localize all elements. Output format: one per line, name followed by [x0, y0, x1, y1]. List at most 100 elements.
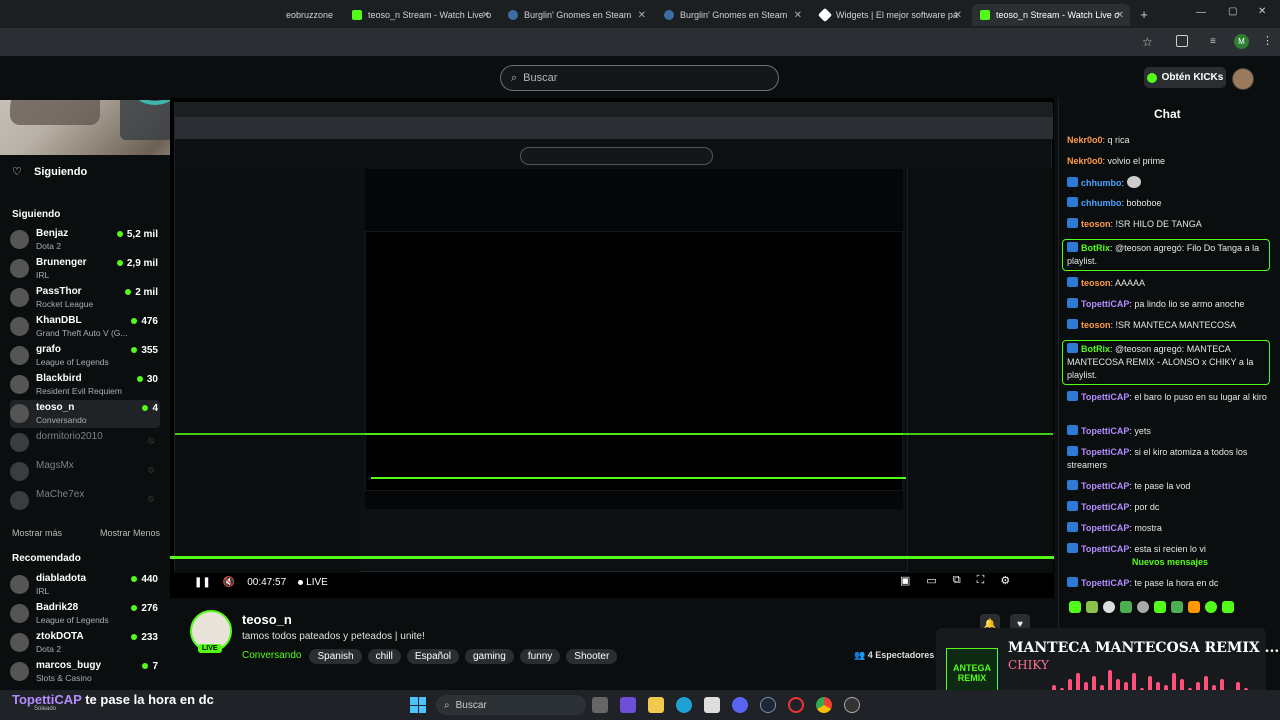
tag-chip[interactable]: Spanish [309, 649, 362, 664]
chat-username[interactable]: TopettiCAP [1081, 523, 1129, 533]
channel-name[interactable]: teoso_n [242, 612, 292, 627]
sidebar-item-badrik28[interactable]: Badrik28 League of Legends 276 [10, 600, 160, 628]
chrome-icon[interactable] [816, 697, 832, 713]
emote-icon[interactable] [1069, 601, 1081, 613]
emote-icon[interactable] [1222, 601, 1234, 613]
browser-tab[interactable]: Burglin' Gnomes en Steam ✕ [500, 4, 652, 26]
steam-icon[interactable] [760, 697, 776, 713]
sidebar-item-grafo[interactable]: grafo League of Legends 355 [10, 342, 160, 370]
close-window-icon[interactable]: ✕ [1258, 6, 1266, 17]
profile-icon[interactable]: M [1234, 34, 1249, 49]
get-kicks-button[interactable]: Obtén KICKs [1144, 67, 1226, 88]
chat-username[interactable]: TopettiCAP [1081, 392, 1129, 402]
chat-username[interactable]: teoson [1081, 219, 1111, 229]
reading-list-icon[interactable]: ≡ [1210, 36, 1216, 47]
app-icon[interactable] [620, 697, 636, 713]
sidebar-item-magsmx[interactable]: MagsMx ⦸ [10, 458, 160, 486]
close-tab-icon[interactable]: ✕ [794, 10, 802, 21]
emote-icon[interactable] [1137, 601, 1149, 613]
close-tab-icon[interactable]: ✕ [954, 10, 962, 21]
chat-username[interactable]: Nekr0o0 [1067, 156, 1103, 166]
chat-username[interactable]: TopettiCAP [1081, 299, 1129, 309]
browser-tab[interactable]: Widgets | El mejor software pa ✕ [812, 4, 968, 26]
sidebar-item-passthor[interactable]: PassThor Rocket League 2 mil [10, 284, 160, 312]
taskbar-search[interactable]: ⌕ Buscar [436, 695, 586, 715]
browser-tab[interactable]: Burglin' Gnomes en Steam ✕ [656, 4, 808, 26]
chat-username[interactable]: teoson [1081, 320, 1111, 330]
show-less-link[interactable]: Mostrar Menos [100, 528, 160, 538]
bookmark-star-icon[interactable]: ☆ [1142, 35, 1153, 49]
sidebar-item-benjaz[interactable]: Benjaz Dota 2 5,2 mil [10, 226, 160, 254]
following-title[interactable]: Siguiendo [34, 166, 87, 178]
emote-icon[interactable] [1154, 601, 1166, 613]
sidebar-item-ztokdota[interactable]: ztokDOTA Dota 2 233 [10, 629, 160, 657]
sidebar-item-mache7ex[interactable]: MaChe7ex ⦸ [10, 487, 160, 515]
tag-chip[interactable]: gaming [465, 649, 514, 664]
discord-icon[interactable] [732, 697, 748, 713]
offline-icon: ⦸ [148, 435, 154, 445]
pause-icon[interactable]: ❚❚ [194, 577, 211, 588]
chat-username[interactable]: TopettiCAP [1081, 426, 1129, 436]
emote-icon[interactable] [1188, 601, 1200, 613]
edge-icon[interactable] [676, 697, 692, 713]
menu-dots-icon[interactable]: ⋮ [1262, 34, 1273, 47]
close-tab-icon[interactable]: ✕ [1116, 10, 1124, 21]
close-tab-icon[interactable]: ✕ [482, 10, 490, 21]
emote-icon[interactable] [1171, 601, 1183, 613]
tag-chip[interactable]: chill [367, 649, 401, 664]
opera-icon[interactable] [788, 697, 804, 713]
chat-username[interactable]: chhumbo [1081, 198, 1122, 208]
tag-chip[interactable]: funny [519, 649, 561, 664]
sidebar-item-marcos_bugy[interactable]: marcos_bugy Slots & Casino 7 [10, 658, 160, 686]
task-view-icon[interactable] [592, 697, 608, 713]
theater-icon[interactable]: ▭ [926, 574, 936, 587]
browser-tab-active[interactable]: teoso_n Stream - Watch Live o ✕ [972, 4, 1130, 26]
category-link[interactable]: Conversando [242, 650, 301, 661]
chat-username[interactable]: BotRix [1081, 243, 1110, 253]
store-icon[interactable] [704, 697, 720, 713]
chat-username[interactable]: TopettiCAP [1081, 481, 1129, 491]
chat-username[interactable]: teoson [1081, 278, 1111, 288]
windows-start-icon[interactable] [410, 697, 426, 713]
settings-icon[interactable]: ⚙ [1000, 574, 1010, 587]
chat-username[interactable]: TopettiCAP [1081, 447, 1129, 457]
close-tab-icon[interactable]: ✕ [638, 10, 646, 21]
emote-icon[interactable] [1205, 601, 1217, 613]
emote-icon[interactable] [1120, 601, 1132, 613]
chat-username[interactable]: chhumbo [1081, 178, 1122, 188]
chat-username[interactable]: Nekr0o0 [1067, 135, 1103, 145]
sidebar-item-brunenger[interactable]: Brunenger IRL 2,9 mil [10, 255, 160, 283]
browser-tab[interactable]: eobruzzone [278, 4, 340, 26]
chat-username[interactable]: BotRix [1081, 344, 1110, 354]
file-explorer-icon[interactable] [648, 697, 664, 713]
app-icon[interactable] [844, 697, 860, 713]
pip-icon[interactable]: ⧉ [953, 574, 961, 587]
new-tab-icon[interactable]: + [1136, 6, 1152, 22]
sidebar-item-blackbird[interactable]: Blackbird Resident Evil Requiem 30 [10, 371, 160, 399]
fullscreen-icon[interactable]: ⛶ [977, 574, 985, 587]
sidebar-item-diabladota[interactable]: diabladota IRL 440 [10, 571, 160, 599]
sidebar-item-khandbl[interactable]: KhanDBL Grand Theft Auto V (G... 476 [10, 313, 160, 341]
video-player[interactable]: ❚❚ 🔇 00:47:57 LIVE ▣ ▭ ⧉ ⛶ ⚙ [170, 98, 1054, 598]
chat-username[interactable]: TopettiCAP [1081, 544, 1129, 554]
maximize-icon[interactable]: ▢ [1228, 6, 1237, 17]
progress-bar[interactable] [170, 556, 1054, 559]
minimize-icon[interactable]: — [1196, 7, 1206, 18]
clip-icon[interactable]: ▣ [900, 574, 910, 587]
tag-chip[interactable]: Español [406, 649, 459, 664]
search-input[interactable]: ⌕ Buscar [500, 65, 779, 91]
chat-username[interactable]: TopettiCAP [1081, 502, 1129, 512]
browser-tab[interactable]: teoso_n Stream - Watch Live o ✕ [344, 4, 496, 26]
show-more-link[interactable]: Mostrar más [12, 528, 62, 538]
volume-icon[interactable]: 🔇 [223, 577, 235, 588]
user-avatar[interactable] [1232, 68, 1254, 90]
sidebar-item-dormitorio2010[interactable]: dormitorio2010 ⦸ [10, 429, 160, 457]
extensions-icon[interactable] [1176, 35, 1188, 47]
nested-player [365, 169, 903, 509]
sidebar-item-teoso_n[interactable]: teoso_n Conversando 4 [10, 400, 160, 428]
new-messages-divider[interactable]: Nuevos mensajes [1059, 557, 1280, 567]
emote-icon[interactable] [1086, 601, 1098, 613]
tag-chip[interactable]: Shooter [566, 649, 618, 664]
emote-icon[interactable] [1103, 601, 1115, 613]
channel-name: ztokDOTA [36, 631, 84, 642]
